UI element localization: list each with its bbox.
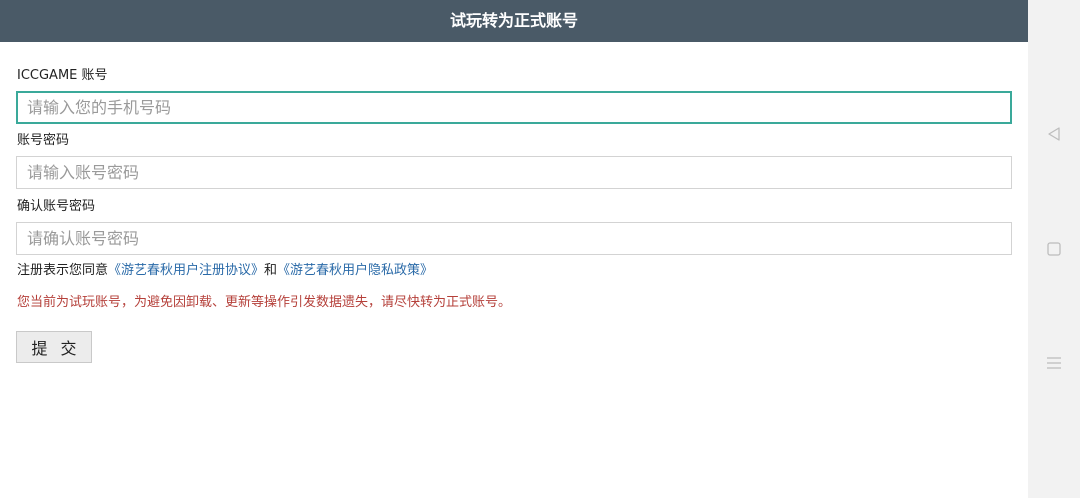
agreement-text: 注册表示您同意《游艺春秋用户注册协议》和《游艺春秋用户隐私政策》 xyxy=(17,263,433,279)
menu-icon xyxy=(1047,357,1061,369)
account-label: ICCGAME 账号 xyxy=(17,68,108,83)
registration-agreement-link[interactable]: 《游艺春秋用户注册协议》 xyxy=(108,263,264,278)
phone-number-input[interactable] xyxy=(16,91,1012,124)
trial-account-warning: 您当前为试玩账号，为避免因卸载、更新等操作引发数据遗失，请尽快转为正式账号。 xyxy=(17,295,512,310)
home-button[interactable] xyxy=(1028,229,1080,269)
privacy-policy-link[interactable]: 《游艺春秋用户隐私政策》 xyxy=(277,263,433,278)
menu-button[interactable] xyxy=(1028,343,1080,383)
back-button[interactable] xyxy=(1028,114,1080,154)
home-icon xyxy=(1047,242,1061,256)
submit-button[interactable]: 提 交 xyxy=(16,331,92,363)
password-input[interactable] xyxy=(16,156,1012,189)
agreement-prefix: 注册表示您同意 xyxy=(17,263,109,278)
password-label: 账号密码 xyxy=(17,133,70,148)
confirm-password-input[interactable] xyxy=(16,222,1012,255)
back-icon xyxy=(1048,127,1060,141)
app-window: 试玩转为正式账号 ICCGAME 账号 账号密码 确认账号密码 注册表示您同意《… xyxy=(0,0,1028,498)
page-title: 试玩转为正式账号 xyxy=(0,0,1028,42)
confirm-password-label: 确认账号密码 xyxy=(17,199,96,214)
agreement-and: 和 xyxy=(264,263,278,278)
system-nav-bar xyxy=(1028,0,1080,498)
